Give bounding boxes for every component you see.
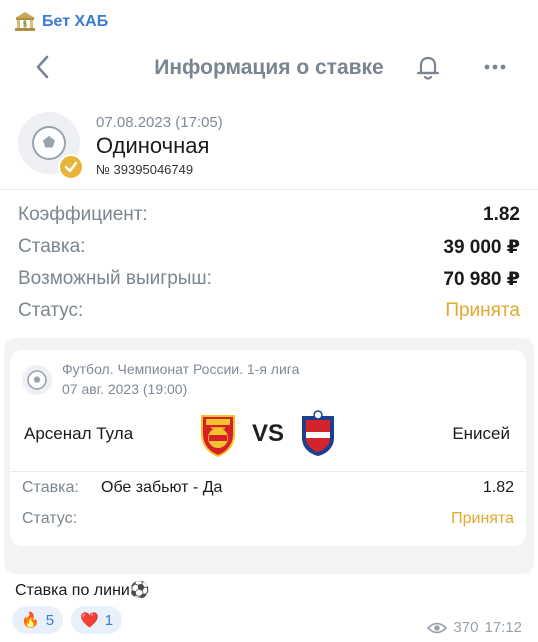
match-status-row: Статус: Принята bbox=[22, 510, 514, 534]
channel-name: Бет ХАБ bbox=[42, 13, 109, 30]
league-name: Футбол. Чемпионат России. 1-я лига bbox=[62, 361, 300, 377]
svg-text:$: $ bbox=[23, 20, 27, 28]
away-team: Енисей bbox=[452, 424, 510, 443]
match-date: 07 авг. 2023 (19:00) bbox=[62, 381, 188, 397]
fire-icon: 🔥 bbox=[21, 612, 40, 629]
bell-icon[interactable] bbox=[414, 52, 442, 82]
coef-row: Коэффициент: 1.82 bbox=[18, 204, 520, 232]
post-time: 17:12 bbox=[484, 619, 522, 636]
football-icon bbox=[22, 365, 52, 395]
payout-label: Возможный выигрыш: bbox=[18, 268, 212, 289]
more-dots-icon[interactable] bbox=[482, 57, 508, 77]
status-label: Статус: bbox=[18, 300, 84, 321]
heart-icon: ❤️ bbox=[80, 612, 99, 629]
coef-value: 1.82 bbox=[483, 204, 520, 225]
selection-value: Обе забьют - Да bbox=[101, 479, 223, 496]
bet-type: Одиночная bbox=[96, 133, 210, 158]
selection-label: Ставка: bbox=[22, 479, 79, 496]
selection-row: Ставка: Обе забьют - Да 1.82 bbox=[22, 479, 514, 503]
divider bbox=[10, 471, 526, 472]
page-title: Информация о ставке bbox=[154, 56, 384, 79]
stake-label: Ставка: bbox=[18, 236, 86, 257]
divider bbox=[0, 189, 538, 190]
check-badge-icon bbox=[58, 154, 84, 180]
bet-date: 07.08.2023 (17:05) bbox=[96, 114, 223, 131]
reaction-count: 5 bbox=[45, 611, 55, 629]
status-row: Статус: Принята bbox=[18, 300, 520, 328]
reaction-heart[interactable]: ❤️ 1 bbox=[71, 606, 123, 634]
payout-value: 70 980 ₽ bbox=[443, 269, 520, 290]
yenisey-logo-icon bbox=[302, 410, 334, 456]
match-status-value: Принята bbox=[451, 510, 514, 527]
caption-text: Ставка по лини⚽ bbox=[15, 582, 150, 599]
channel-header[interactable]: $ Бет ХАБ bbox=[14, 10, 108, 34]
versus-label: VS bbox=[252, 420, 285, 447]
home-team: Арсенал Тула bbox=[24, 424, 134, 443]
bank-icon: $ bbox=[15, 12, 35, 31]
post-caption: Ставка по лини⚽ bbox=[15, 580, 150, 600]
arsenal-logo-icon bbox=[201, 415, 235, 458]
reaction-count: 1 bbox=[104, 611, 114, 629]
reactions-bar: 🔥 5 ❤️ 1 bbox=[12, 606, 123, 634]
post-meta: 370 17:12 bbox=[427, 619, 522, 636]
top-bar: Информация о ставке bbox=[0, 40, 538, 96]
view-count: 370 bbox=[453, 619, 479, 636]
stake-value: 39 000 ₽ bbox=[443, 237, 520, 258]
bet-summary: 07.08.2023 (17:05) Одиночная № 393950467… bbox=[0, 100, 538, 188]
coef-label: Коэффициент: bbox=[18, 204, 148, 225]
reaction-fire[interactable]: 🔥 5 bbox=[12, 606, 64, 634]
stake-row: Ставка: 39 000 ₽ bbox=[18, 236, 520, 264]
payout-row: Возможный выигрыш: 70 980 ₽ bbox=[18, 268, 520, 296]
bet-number: № 39395046749 bbox=[96, 162, 194, 177]
selection-coef: 1.82 bbox=[482, 479, 514, 496]
status-value: Принята bbox=[445, 300, 520, 321]
match-status-label: Статус: bbox=[22, 510, 78, 527]
eye-icon bbox=[427, 622, 448, 633]
